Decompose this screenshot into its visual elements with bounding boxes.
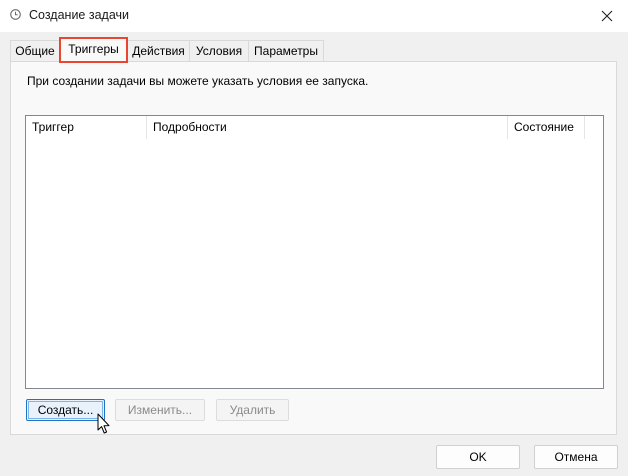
column-header-label: Состояние	[514, 120, 574, 134]
tab-label: Действия	[132, 44, 185, 58]
clock-icon	[10, 9, 21, 20]
column-separator[interactable]	[584, 116, 585, 139]
column-header-status[interactable]: Состояние	[508, 116, 584, 139]
column-header-label: Триггер	[32, 120, 74, 134]
ok-button[interactable]: OK	[436, 445, 520, 469]
column-header-trigger[interactable]: Триггер	[26, 116, 146, 139]
tab-label: Общие	[15, 44, 55, 58]
close-icon	[601, 10, 613, 22]
create-trigger-button[interactable]: Создать...	[26, 399, 105, 421]
close-button[interactable]	[586, 0, 628, 32]
tab-conditions[interactable]: Условия	[189, 40, 249, 61]
tab-triggers[interactable]: Триггеры	[59, 37, 128, 63]
tab-label: Условия	[195, 44, 243, 58]
tab-actions[interactable]: Действия	[127, 40, 190, 61]
title-bar: Создание задачи	[0, 0, 628, 32]
tab-settings[interactable]: Параметры	[248, 40, 324, 61]
triggers-panel: При создании задачи вы можете указать ус…	[10, 61, 617, 435]
triggers-description: При создании задачи вы можете указать ус…	[27, 74, 369, 88]
tab-general[interactable]: Общие	[10, 40, 60, 61]
column-header-label: Подробности	[153, 120, 227, 134]
cancel-button[interactable]: Отмена	[534, 445, 618, 469]
window-title: Создание задачи	[29, 8, 129, 22]
delete-trigger-button[interactable]: Удалить	[216, 399, 289, 421]
mouse-cursor-icon	[97, 413, 110, 434]
triggers-list[interactable]: Триггер Подробности Состояние	[25, 115, 604, 389]
edit-trigger-button[interactable]: Изменить...	[115, 399, 205, 421]
tab-label: Параметры	[254, 44, 318, 58]
tab-label: Триггеры	[68, 42, 119, 56]
column-header-details[interactable]: Подробности	[147, 116, 507, 139]
